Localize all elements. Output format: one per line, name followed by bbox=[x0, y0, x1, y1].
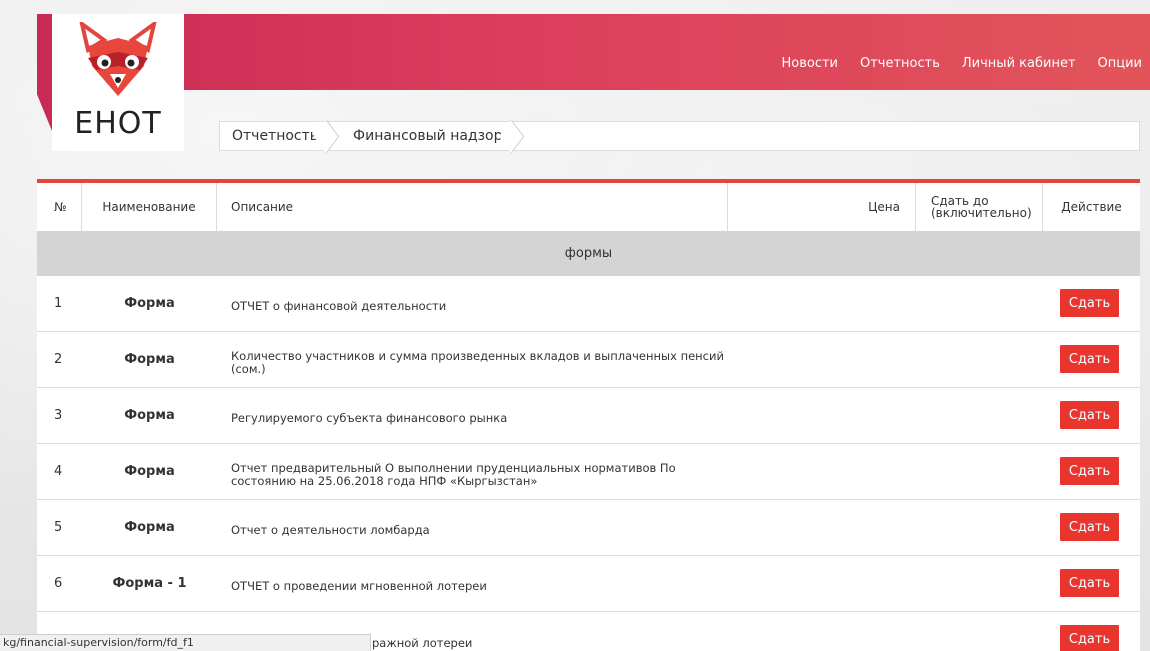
breadcrumb-item-supervision[interactable]: Финансовый надзор bbox=[331, 122, 515, 150]
row-num: 1 bbox=[54, 296, 63, 311]
table-row: 6 Форма - 1 ОТЧЕТ о проведении мгновенно… bbox=[37, 556, 1140, 612]
row-name: Форма - 1 bbox=[112, 576, 187, 591]
row-name: Форма bbox=[124, 464, 175, 479]
row-description: ОТЧЕТ о проведении мгновенной лотереи bbox=[231, 579, 487, 593]
row-description: Отчет предварительный О выполнении пруде… bbox=[231, 460, 676, 488]
submit-button[interactable]: Сдать bbox=[1060, 625, 1119, 651]
row-num: 2 bbox=[54, 352, 63, 367]
header-due-date: Сдать до (включительно) bbox=[916, 183, 1043, 231]
table-header: № Наименование Описание Цена Сдать до (в… bbox=[37, 183, 1140, 231]
row-name: Форма bbox=[124, 408, 175, 423]
browser-status-url: kg/financial-supervision/form/fd_f1 bbox=[0, 634, 371, 651]
row-num: 5 bbox=[54, 520, 63, 535]
header-price: Цена bbox=[728, 183, 916, 231]
row-description: Регулируемого субъекта финансового рынка bbox=[231, 411, 508, 425]
nav-news-link[interactable]: Новости bbox=[781, 56, 838, 71]
row-name: Форма bbox=[124, 520, 175, 535]
section-forms: формы bbox=[37, 231, 1140, 276]
table-row: 4 Форма Отчет предварительный О выполнен… bbox=[37, 444, 1140, 500]
breadcrumb: Отчетность Финансовый надзор bbox=[219, 121, 1140, 151]
header-bar: Новости Отчетность Личный кабинет Опции bbox=[37, 14, 1150, 90]
header-description: Описание bbox=[217, 183, 728, 231]
table-row: 1 Форма ОТЧЕТ о финансовой деятельности … bbox=[37, 276, 1140, 332]
table-row: 3 Форма Регулируемого субъекта финансово… bbox=[37, 388, 1140, 444]
table-row: 2 Форма Количество участников и сумма пр… bbox=[37, 332, 1140, 388]
submit-button[interactable]: Сдать bbox=[1060, 513, 1119, 541]
row-description: ОТЧЕТ о финансовой деятельности bbox=[231, 299, 447, 313]
row-num: 3 bbox=[54, 408, 63, 423]
row-description: Количество участников и сумма произведен… bbox=[231, 348, 724, 376]
main-nav: Новости Отчетность Личный кабинет Опции bbox=[781, 56, 1142, 71]
table-row: 5 Форма Отчет о деятельности ломбарда Сд… bbox=[37, 500, 1140, 556]
logo-text: ЕНОТ bbox=[74, 106, 162, 141]
row-description: ражной лотереи bbox=[372, 635, 473, 650]
submit-button[interactable]: Сдать bbox=[1060, 401, 1119, 429]
row-name: Форма bbox=[124, 352, 175, 367]
nav-options-link[interactable]: Опции bbox=[1098, 56, 1142, 71]
header-action: Действие bbox=[1061, 200, 1122, 214]
row-name: Форма bbox=[124, 296, 175, 311]
nav-reports-link[interactable]: Отчетность bbox=[860, 56, 940, 71]
submit-button[interactable]: Сдать bbox=[1060, 345, 1119, 373]
row-description: Отчет о деятельности ломбарда bbox=[231, 523, 430, 537]
submit-button[interactable]: Сдать bbox=[1060, 289, 1119, 317]
header-name: Наименование bbox=[82, 183, 217, 231]
header-num: № bbox=[37, 183, 82, 231]
breadcrumb-item-reports[interactable]: Отчетность bbox=[220, 122, 331, 150]
raccoon-logo-icon bbox=[79, 22, 157, 96]
submit-button[interactable]: Сдать bbox=[1060, 457, 1119, 485]
submit-button[interactable]: Сдать bbox=[1060, 569, 1119, 597]
nav-account-link[interactable]: Личный кабинет bbox=[962, 56, 1076, 71]
site-logo[interactable]: ЕНОТ bbox=[52, 14, 184, 151]
row-num: 6 bbox=[54, 576, 63, 591]
forms-table: № Наименование Описание Цена Сдать до (в… bbox=[37, 179, 1140, 651]
row-num: 4 bbox=[54, 464, 63, 479]
